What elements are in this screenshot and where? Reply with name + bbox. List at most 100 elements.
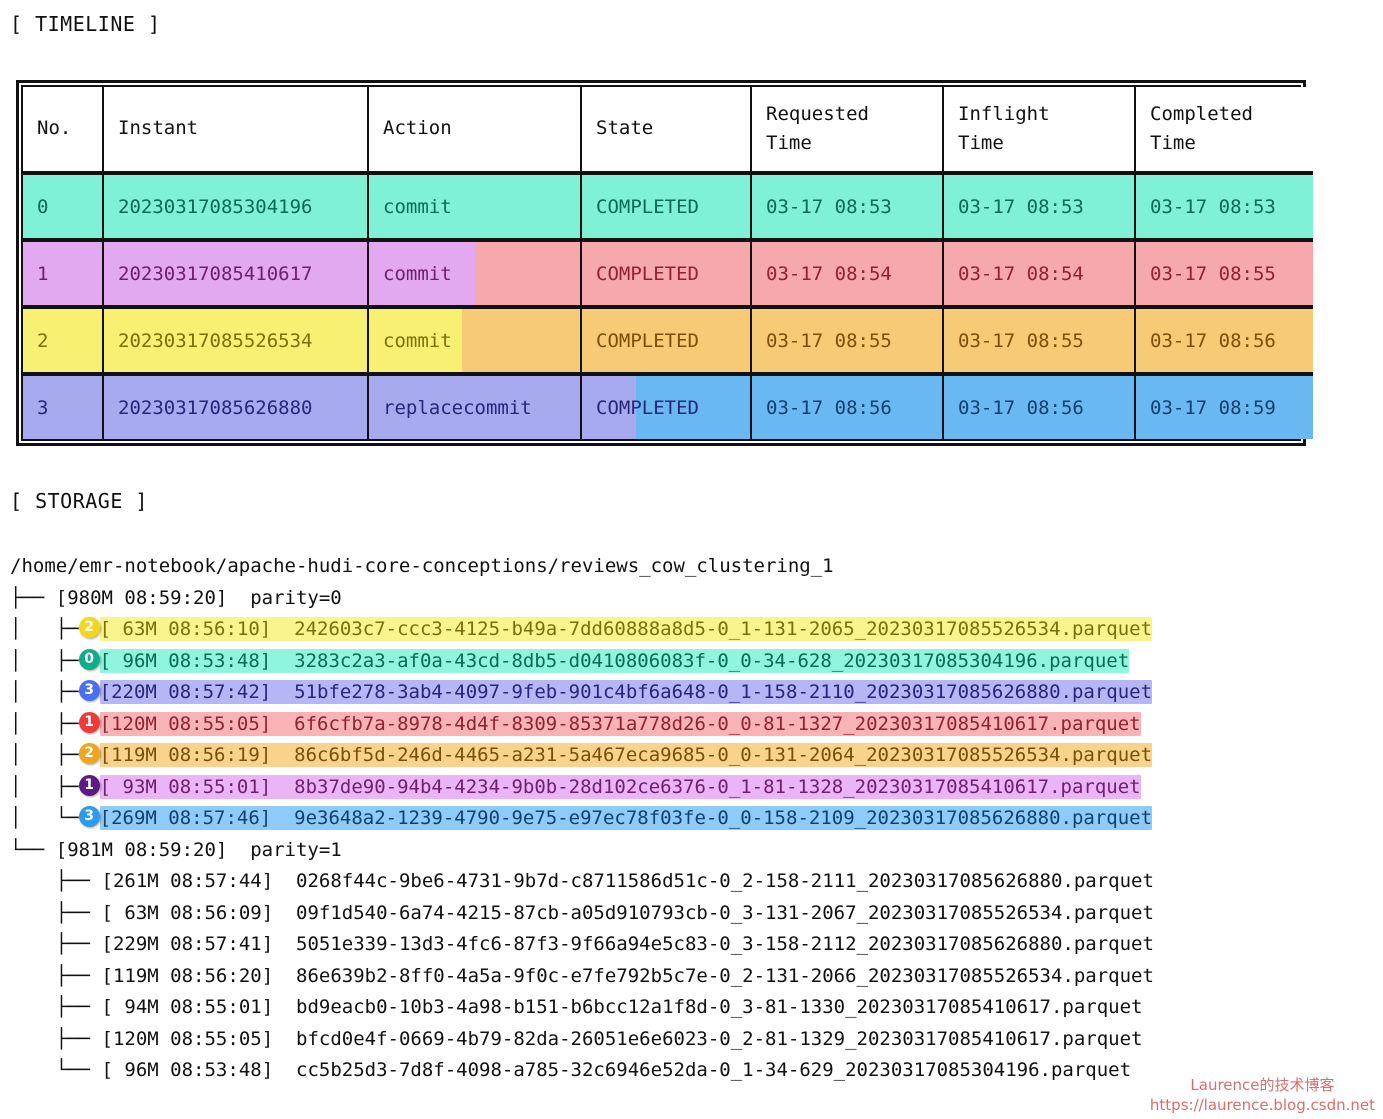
cell-value-state: COMPLETED <box>596 396 699 419</box>
cell-instant: 20230317085626880 <box>102 374 368 439</box>
file-row[interactable]: │ ├─ 0[ 96M 08:53:48] 3283c2a3-af0a-43cd-… <box>10 646 1154 678</box>
cell-value-action: commit <box>383 262 452 285</box>
partition-label: [981M 08:59:20] parity=1 <box>55 838 342 861</box>
cell-inflight: 03-17 08:53 <box>942 173 1135 242</box>
file-size-and-time: [220M 08:57:42] <box>99 681 295 703</box>
cell-value-instant: 20230317085304196 <box>118 195 313 218</box>
tree-connector-icon: ├─ <box>55 744 79 766</box>
column-header-state: State <box>580 87 751 175</box>
cell-value-requested: 03-17 08:54 <box>766 262 892 285</box>
column-header-label-completed: Completed Time <box>1150 102 1253 154</box>
tree-connector-icon: ├─ <box>55 618 79 640</box>
screenshot-root: [ TIMELINE ] No. Instant Action State Reques… <box>0 0 1383 1119</box>
column-header-label-action: Action <box>383 117 452 140</box>
timeline-table-head: No. Instant Action State Requested Time Infli… <box>23 87 1313 175</box>
file-row[interactable]: ├── [120M 08:55:05] bfcd0e4f-0669-4b79-8… <box>10 1024 1154 1056</box>
file-row[interactable]: ├── [ 63M 08:56:09] 09f1d540-6a74-4215-8… <box>10 898 1154 930</box>
file-row[interactable]: │ ├─ 3 [220M 08:57:42] 51bfe278-3ab4-4097-… <box>10 677 1154 709</box>
file-size-and-time: [261M 08:57:44] <box>101 870 297 892</box>
file-row[interactable]: └── [ 96M 08:53:48] cc5b25d3-7d8f-4098-a… <box>10 1055 1154 1087</box>
column-header-label-instant: Instant <box>118 117 199 140</box>
file-row[interactable]: ├── [229M 08:57:41] 5051e339-13d3-4fc6-8… <box>10 929 1154 961</box>
file-row[interactable]: │ └─ 3 [269M 08:57:46] 9e3648a2-1239-4790-… <box>10 803 1154 835</box>
partition-row[interactable]: ├── [980M 08:59:20] parity=0 <box>10 583 1154 615</box>
storage-file-tree: /home/emr-notebook/apache-hudi-core-conc… <box>10 551 1154 1087</box>
cell-requested: 03-17 08:54 <box>750 240 943 309</box>
column-header-inflight: Inflight Time <box>942 87 1135 175</box>
file-name: cc5b25d3-7d8f-4098-a785-32c6946e52da-0_1… <box>296 1059 1132 1081</box>
file-entry-text: [ 63M 08:56:09] 09f1d540-6a74-4215-87cb-… <box>102 902 1154 924</box>
tree-connector-icon: ├── <box>55 964 91 987</box>
file-row[interactable]: ├── [261M 08:57:44] 0268f44c-9be6-4731-9… <box>10 866 1154 898</box>
file-size-and-time: [119M 08:56:20] <box>101 964 297 987</box>
table-row[interactable]: 2 20230317085526534 commit COMPLETED 03-17 0… <box>23 307 1313 376</box>
cell-value-instant: 20230317085526534 <box>118 329 313 352</box>
cell-value-requested: 03-17 08:55 <box>766 329 892 352</box>
cell-action: commit <box>367 240 581 309</box>
file-row[interactable]: ├── [ 94M 08:55:01] bd9eacb0-10b3-4a98-b… <box>10 992 1154 1024</box>
column-header-label-inflight: Inflight Time <box>958 102 1050 154</box>
column-header-action: Action <box>367 87 581 175</box>
file-row[interactable]: │ ├─ 2[ 63M 08:56:10] 242603c7-ccc3-4125-… <box>10 614 1154 646</box>
file-row[interactable]: │ ├─ 2 [119M 08:56:19] 86c6bf5d-246d-4465-… <box>10 740 1154 772</box>
cell-no: 1 <box>23 240 103 309</box>
tree-vertical-icon: │ <box>10 618 56 640</box>
cell-state: COMPLETED <box>580 307 751 376</box>
cell-instant: 20230317085526534 <box>102 307 368 376</box>
tree-connector-icon: ├─ <box>55 681 79 703</box>
tree-connector-icon: ├── <box>55 996 91 1018</box>
tree-vertical-icon: │ <box>10 807 56 829</box>
cell-state: COMPLETED <box>580 240 751 309</box>
tree-connector-icon: ├─ <box>55 712 79 735</box>
file-size-and-time: [ 63M 08:56:09] <box>101 901 297 924</box>
cell-completed: 03-17 08:55 <box>1134 240 1313 309</box>
file-name: 0268f44c-9be6-4731-9b7d-c8711586d51c-0_2… <box>296 870 1154 892</box>
watermark-line-2: https://laurence.blog.csdn.net <box>1149 1095 1375 1114</box>
file-name: 9e3648a2-1239-4790-9e75-e97ec78f03fe-0_0… <box>294 807 1153 829</box>
file-size-and-time: [ 96M 08:53:48] <box>99 649 295 672</box>
cell-inflight: 03-17 08:56 <box>942 374 1135 439</box>
partition-row[interactable]: └── [981M 08:59:20] parity=1 <box>10 835 1154 867</box>
column-header-completed: Completed Time <box>1134 87 1313 175</box>
file-row[interactable]: ├── [119M 08:56:20] 86e639b2-8ff0-4a5a-9… <box>10 961 1154 993</box>
file-entry-text: [120M 08:55:05] bfcd0e4f-0669-4b79-82da-… <box>102 1028 1143 1050</box>
file-entry-text: [ 63M 08:56:10] 242603c7-ccc3-4125-b49a-… <box>99 617 1153 641</box>
table-outer-frame: No. Instant Action State Requested Time Infli… <box>16 80 1313 446</box>
commit-index-badge: 3 <box>78 680 100 701</box>
table-row[interactable]: 3 20230317085626880 replacecommit COMPLETED… <box>23 374 1313 439</box>
file-row[interactable]: │ ├─ 1 [120M 08:55:05] 6f6cfb7a-8978-4d4f-… <box>10 709 1154 741</box>
timeline-table-container: No. Instant Action State Requested Time Infli… <box>16 80 1313 446</box>
timeline-table-body: 0 20230317085304196 commit COMPLETED 03-17 0… <box>23 173 1313 439</box>
tree-connector-icon: └── <box>55 1059 91 1081</box>
cell-value-action: commit <box>383 195 452 218</box>
tree-vertical-icon <box>10 902 56 924</box>
tree-connector-icon: ├── <box>10 586 56 609</box>
tree-connector-icon: └── <box>10 838 56 861</box>
tree-vertical-icon: │ <box>10 712 56 735</box>
cell-value-no: 3 <box>37 396 49 419</box>
file-row[interactable]: │ ├─ 1[ 93M 08:55:01] 8b37de90-94b4-4234-… <box>10 772 1154 804</box>
tree-vertical-icon <box>10 965 56 987</box>
column-header-requested: Requested Time <box>750 87 943 175</box>
cell-instant: 20230317085304196 <box>102 173 368 242</box>
table-row[interactable]: 0 20230317085304196 commit COMPLETED 03-17 0… <box>23 173 1313 242</box>
partition-label: [980M 08:59:20] parity=0 <box>55 586 342 609</box>
cell-inflight: 03-17 08:54 <box>942 240 1135 309</box>
cell-value-state: COMPLETED <box>596 262 699 285</box>
table-inner-frame: No. Instant Action State Requested Time Infli… <box>21 85 1313 441</box>
tree-connector-icon: ├── <box>55 933 91 955</box>
column-header-no: No. <box>23 87 103 175</box>
file-entry-text: [269M 08:57:46] 9e3648a2-1239-4790-9e75-… <box>99 806 1153 830</box>
table-row[interactable]: 1 20230317085410617 commit COMPLETED 03-17 0… <box>23 240 1313 309</box>
file-name: bd9eacb0-10b3-4a98-b151-b6bcc12a1f8d-0_3… <box>296 996 1143 1018</box>
cell-instant: 20230317085410617 <box>102 240 368 309</box>
commit-index-badge: 1 <box>78 711 100 733</box>
file-name: 5051e339-13d3-4fc6-87f3-9f66a94e5c83-0_3… <box>296 933 1154 955</box>
cell-completed: 03-17 08:53 <box>1134 173 1313 242</box>
cell-value-inflight: 03-17 08:54 <box>958 262 1084 285</box>
